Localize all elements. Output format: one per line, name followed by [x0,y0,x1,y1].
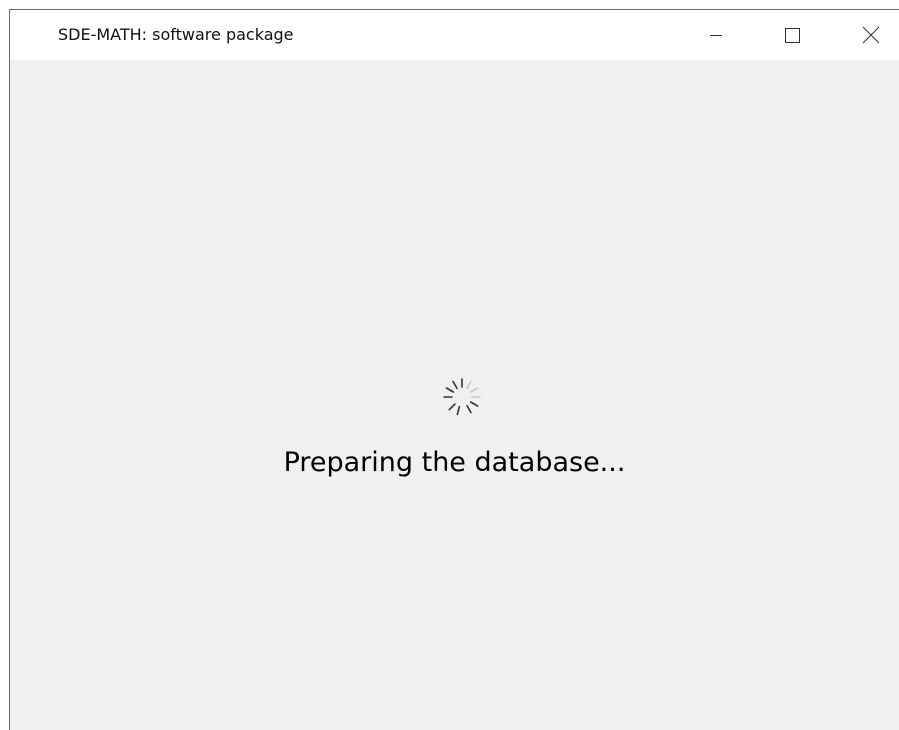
spinner-spoke [456,405,461,416]
app-window: SDE-MATH: software package Preparing the… [9,9,899,730]
window-title: SDE-MATH: software package [58,25,294,44]
status-message: Preparing the database... [283,447,626,478]
spinner-spoke [452,380,458,390]
loading-panel: Preparing the database... [10,60,899,730]
spinner-spoke [448,403,456,411]
minimize-icon [710,35,722,36]
spinner-spoke [466,404,472,414]
spinner-spoke [469,401,479,407]
spinner-spoke [445,387,455,393]
spinner-spoke [466,380,472,390]
close-icon [862,26,880,44]
loading-spinner-icon [443,378,481,416]
spinner-spoke [469,387,479,393]
minimize-button[interactable] [693,10,739,60]
title-bar[interactable]: SDE-MATH: software package [10,10,899,60]
close-button[interactable] [848,10,894,60]
maximize-button[interactable] [769,10,815,60]
maximize-icon [785,28,800,43]
